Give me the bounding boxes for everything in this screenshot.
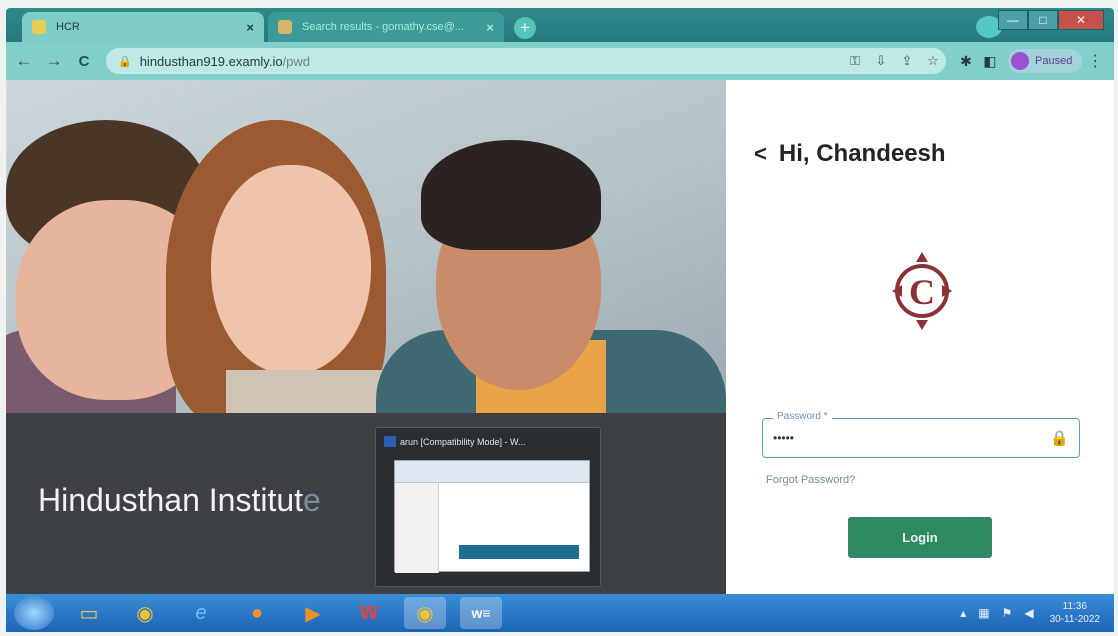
preview-thumbnail[interactable] [394, 460, 590, 573]
mail-favicon-icon [278, 20, 292, 34]
preview-ribbon [395, 461, 589, 483]
word-icon[interactable]: w≡ [460, 597, 502, 629]
login-button[interactable]: Login [848, 517, 992, 558]
url-host: hindusthan919.examly.io [139, 53, 283, 69]
menu-icon[interactable]: ⋮ [1082, 51, 1108, 71]
greeting-header: < Hi, Chandeesh [754, 140, 946, 168]
back-arrow-icon[interactable]: < [754, 141, 767, 167]
key-icon[interactable]: ⚿ [842, 53, 868, 69]
preview-sidebar [395, 483, 439, 573]
close-window-button[interactable]: ✕ [1058, 10, 1104, 30]
word-icon [384, 436, 396, 447]
forward-button[interactable]: → [42, 51, 66, 71]
file-explorer-icon[interactable]: ▭ [68, 597, 110, 629]
chrome-icon[interactable]: ◉ [124, 597, 166, 629]
clock[interactable]: 11:36 30-11-2022 [1050, 600, 1100, 626]
wps-office-icon[interactable]: W [348, 597, 390, 629]
back-button[interactable]: ← [12, 51, 36, 71]
password-label: Password * [773, 411, 832, 422]
browser-tab-strip: HCR × Search results - gomathy.cse@... ×… [6, 8, 1114, 42]
window-controls: — □ ✕ [998, 10, 1104, 30]
profile-status: Paused [1035, 55, 1073, 67]
clock-time: 11:36 [1062, 601, 1087, 612]
preview-title: arun [Compatibility Mode] - W... [376, 428, 600, 451]
login-panel: < Hi, Chandeesh C Password * 🔒 Forgot Pa… [726, 80, 1114, 594]
chrome-active-icon[interactable]: ◉ [404, 597, 446, 629]
lock-icon[interactable]: 🔒 [118, 55, 132, 68]
share-icon[interactable]: ⇪ [894, 53, 920, 69]
star-icon[interactable]: ☆ [920, 53, 946, 69]
tab-hcr[interactable]: HCR × [22, 12, 264, 42]
tab-search-results[interactable]: Search results - gomathy.cse@... × [268, 12, 504, 42]
tab-label: HCR [56, 21, 80, 33]
lock-icon[interactable]: 🔒 [1050, 429, 1069, 447]
install-app-icon[interactable]: ⇩ [868, 53, 894, 69]
close-tab-icon[interactable]: × [246, 20, 254, 35]
password-input[interactable] [771, 427, 1031, 449]
action-center-icon[interactable]: ⚑ [1002, 606, 1013, 620]
hcr-favicon-icon [32, 20, 46, 34]
extensions-icon[interactable]: ✱ [954, 53, 978, 70]
avatar [1011, 52, 1029, 70]
hero-image: Hindusthan Institute arun [Compatibility… [6, 80, 726, 594]
system-tray: ▴ ▦ ⚑ ◀ 11:36 30-11-2022 [948, 600, 1114, 626]
student-2-face [211, 165, 371, 375]
volume-icon[interactable]: ◀ [1024, 606, 1033, 620]
windows-taskbar: ▭ ◉ e ● ▶ W ◉ w≡ ▴ ▦ ⚑ ◀ 11:36 30-11-202… [6, 594, 1114, 632]
start-button[interactable] [14, 596, 54, 630]
address-bar[interactable]: 🔒 hindusthan919.examly.io /pwd ⚿ ⇩ ⇪ ☆ [106, 48, 946, 74]
side-panel-icon[interactable]: ◧ [978, 53, 1002, 70]
show-hidden-icons-icon[interactable]: ▴ [960, 606, 966, 620]
page-content: Hindusthan Institute arun [Compatibility… [6, 80, 1114, 594]
institution-name-faded: e [303, 482, 321, 518]
url-path: /pwd [282, 53, 311, 69]
logo-letter: C [909, 272, 935, 312]
network-icon[interactable]: ▦ [978, 606, 989, 620]
greeting-text: Hi, Chandeesh [778, 140, 946, 167]
institution-name: Hindusthan Institute [38, 482, 321, 519]
preview-dialog-bar [459, 545, 579, 559]
institution-name-visible: Hindusthan Institut [38, 482, 304, 518]
tab-label: Search results - gomathy.cse@... [302, 21, 464, 33]
preview-title-text: arun [Compatibility Mode] - W... [400, 436, 526, 447]
close-tab-icon[interactable]: × [486, 20, 494, 35]
reload-button[interactable]: C [72, 53, 96, 70]
profile-paused-button[interactable]: Paused [1008, 49, 1083, 73]
forgot-password-link[interactable]: Forgot Password? [766, 474, 855, 486]
minimize-button[interactable]: — [998, 10, 1028, 30]
password-field[interactable]: Password * 🔒 [762, 411, 1080, 458]
taskbar-window-preview[interactable]: arun [Compatibility Mode] - W... [375, 427, 601, 587]
firefox-icon[interactable]: ● [236, 597, 278, 629]
maximize-button[interactable]: □ [1028, 10, 1058, 30]
browser-toolbar: ← → C 🔒 hindusthan919.examly.io /pwd ⚿ ⇩… [6, 42, 1114, 80]
new-tab-button[interactable]: + [514, 17, 536, 39]
clock-date: 30-11-2022 [1049, 614, 1100, 625]
examly-logo-icon: C [892, 252, 952, 330]
media-player-icon[interactable]: ▶ [292, 597, 334, 629]
internet-explorer-icon[interactable]: e [180, 597, 222, 629]
student-3 [421, 140, 601, 250]
